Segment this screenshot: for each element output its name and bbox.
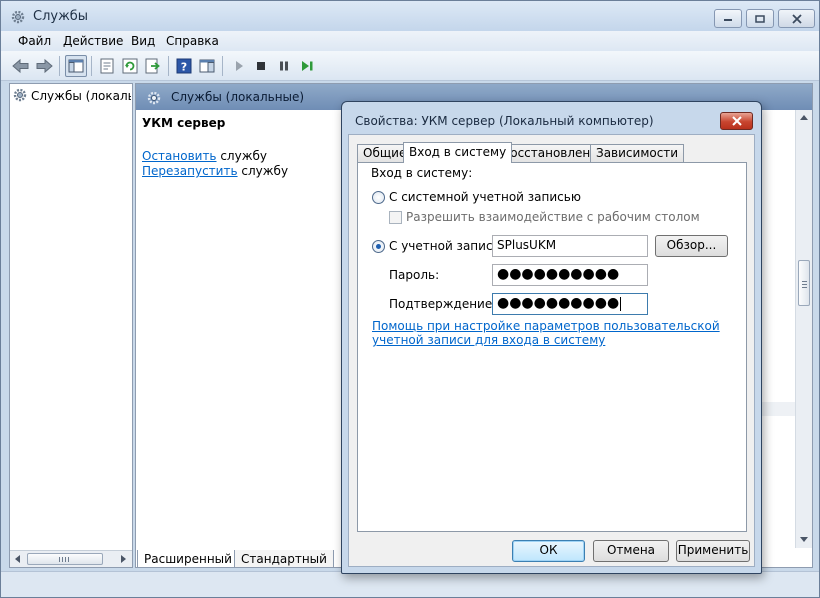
tree-item-label: Службы (локальн [31,89,131,103]
dialog-close-button[interactable] [720,112,753,130]
scroll-thumb[interactable] [798,260,810,306]
pane-header-title: Службы (локальные) [171,90,305,104]
close-window-button[interactable] [778,9,815,28]
dialog-title: Свойства: УКМ сервер (Локальный компьюте… [355,114,654,128]
confirm-password-label: Подтверждение: [389,297,497,311]
interact-desktop-label: Разрешить взаимодействие с рабочим столо… [406,210,700,224]
ok-button[interactable]: ОК [512,540,585,562]
confirm-password-mask: ●●●●●●●●●● [497,295,620,311]
logon-help-link[interactable]: Помощь при настройке параметров пользова… [372,319,732,347]
interact-desktop-checkbox[interactable] [389,211,402,224]
toolbar-separator [91,56,92,76]
toolbar-separator [168,56,169,76]
text-caret [620,296,622,311]
selected-service-name: УКМ сервер [142,116,226,130]
stop-service-suffix: службу [216,149,268,163]
restart-service-link[interactable]: Перезапустить [142,164,238,178]
show-hide-console-tree-icon[interactable] [65,55,87,77]
menu-file[interactable]: Файл [18,34,51,48]
apply-button[interactable]: Применить [676,540,750,562]
show-action-pane-icon[interactable] [197,56,217,76]
console-tree-pane: Службы (локальн [9,83,133,568]
tab-logon[interactable]: Вход в систему [403,142,513,163]
scroll-grip-icon [802,279,807,288]
restart-icon[interactable] [297,56,317,76]
system-account-label: С системной учетной записью [389,190,581,204]
scroll-thumb[interactable] [27,553,103,565]
menu-bar: Файл Действие Вид Справка [1,31,819,51]
window-title: Службы [33,9,89,24]
help-icon[interactable]: ? [174,56,194,76]
tree-item-services-local[interactable]: Службы (локальн [12,87,131,105]
title-bar[interactable]: Службы [1,1,819,31]
tab-dependencies[interactable]: Зависимости [590,144,685,162]
logon-heading: Вход в систему: [371,166,473,180]
scroll-left-arrow-icon[interactable] [15,555,20,563]
system-account-radio[interactable] [372,191,385,204]
back-arrow-icon[interactable] [11,56,31,76]
account-name-input[interactable]: SPlusUKM [492,235,648,257]
toolbar-separator [59,56,60,76]
browse-button[interactable]: Обзор... [655,235,728,257]
dialog-body: Общие Вход в систему Восстановление Зави… [348,134,755,567]
menu-view[interactable]: Вид [131,34,155,48]
tab-standard[interactable]: Стандартный [234,550,334,568]
restart-service-suffix: службу [237,164,289,178]
tree-horizontal-scrollbar[interactable] [10,550,132,567]
scroll-right-arrow-icon[interactable] [121,555,126,563]
services-gear-icon [146,90,162,109]
detail-vertical-scrollbar[interactable] [795,110,812,548]
toolbar: ? [1,51,819,81]
play-icon[interactable] [229,56,249,76]
toolbar-separator [222,56,223,76]
menu-action[interactable]: Действие [63,34,123,48]
svg-text:?: ? [181,61,187,74]
pause-icon[interactable] [274,56,294,76]
services-gear-icon [10,9,26,25]
service-actions: Остановить службу Перезапустить службу [142,149,288,179]
stop-icon[interactable] [251,56,271,76]
minimize-button[interactable] [714,9,742,28]
confirm-password-input[interactable]: ●●●●●●●●●● [492,293,648,315]
logon-tab-panel: Вход в систему: С системной учетной запи… [357,162,747,532]
forward-arrow-icon[interactable] [34,56,54,76]
password-input[interactable]: ●●●●●●●●●● [492,264,648,286]
scroll-up-arrow-icon[interactable] [800,115,808,120]
this-account-radio[interactable] [372,240,385,253]
maximize-button[interactable] [746,9,774,28]
export-list-icon[interactable] [143,56,163,76]
scroll-grip-icon [59,557,69,562]
menu-help[interactable]: Справка [166,34,219,48]
services-gear-icon [12,87,28,105]
password-label: Пароль: [389,268,440,282]
scroll-down-arrow-icon[interactable] [800,537,808,542]
stop-service-link[interactable]: Остановить [142,149,217,163]
password-mask: ●●●●●●●●●● [497,266,620,282]
properties-icon[interactable] [97,56,117,76]
tab-extended[interactable]: Расширенный [137,550,239,568]
cancel-button[interactable]: Отмена [593,540,669,562]
service-properties-dialog: Свойства: УКМ сервер (Локальный компьюте… [341,101,762,574]
status-bar [1,571,819,597]
refresh-icon[interactable] [120,56,140,76]
